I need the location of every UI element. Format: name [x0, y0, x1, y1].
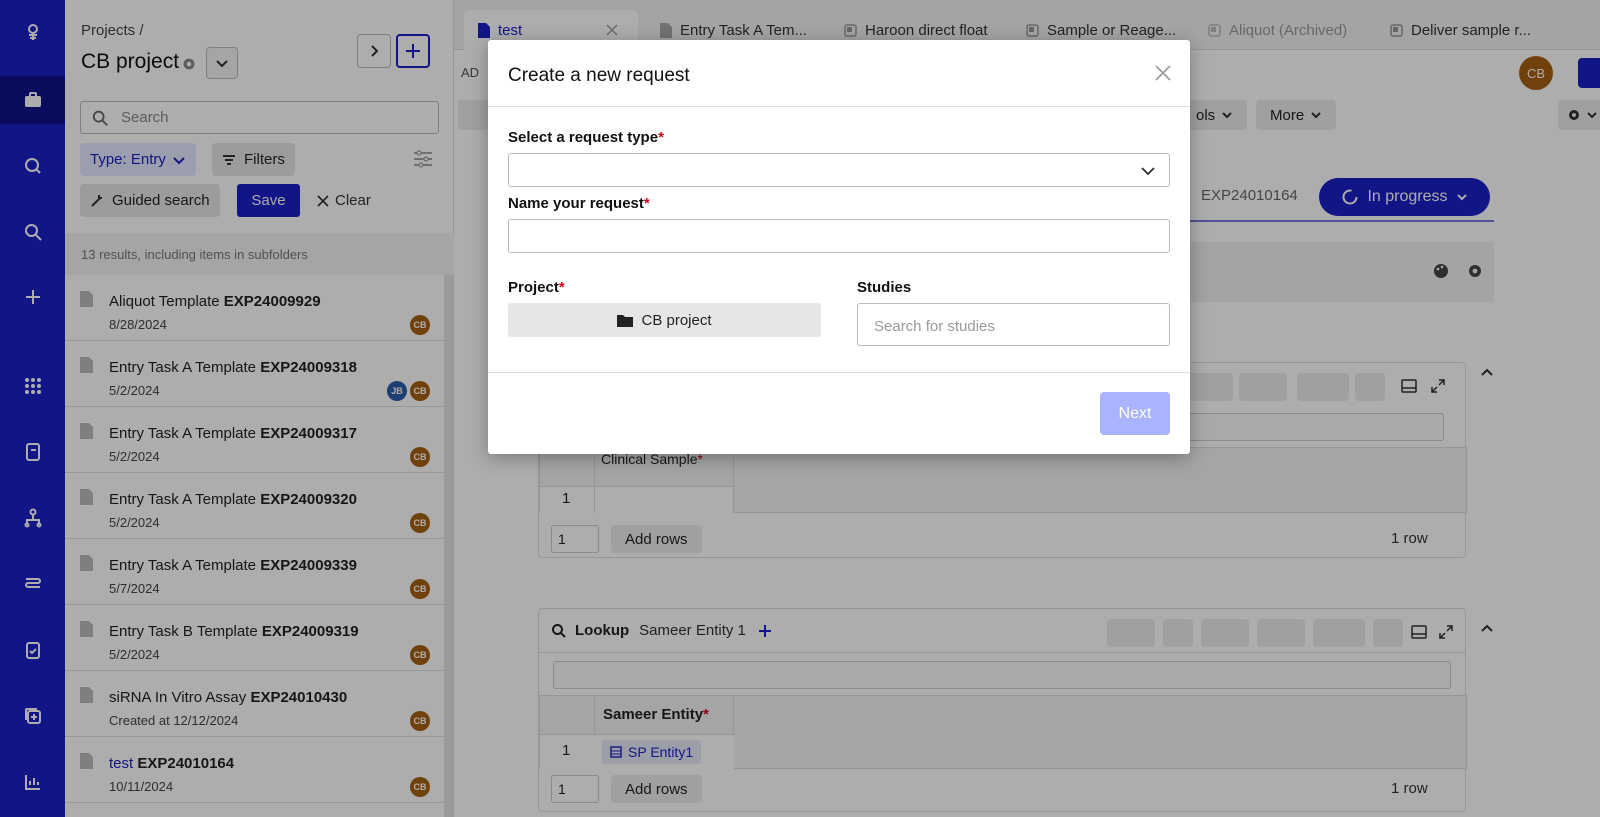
required-mark: * [658, 129, 664, 146]
divider [488, 106, 1190, 107]
request-name-input[interactable] [508, 219, 1170, 253]
request-type-label-text: Select a request type [508, 129, 659, 146]
project-value: CB project [641, 311, 712, 329]
required-mark: * [643, 195, 650, 212]
folder-icon [617, 314, 634, 327]
required-mark: * [558, 279, 565, 296]
studies-search-input[interactable]: Search for studies [857, 303, 1170, 346]
name-label: Name your request* [508, 195, 650, 212]
request-type-label: Select a request type* [508, 129, 664, 146]
create-request-dialog: Create a new request Select a request ty… [488, 40, 1190, 454]
dialog-title: Create a new request [508, 65, 690, 86]
project-label: Project* [508, 279, 565, 296]
request-type-select[interactable] [508, 153, 1170, 187]
app-root: Projects / CB project Search Type: Entry… [0, 0, 1600, 817]
next-button[interactable]: Next [1100, 392, 1170, 435]
divider [488, 372, 1190, 373]
studies-label: Studies [857, 279, 912, 296]
name-label-text: Name your request [508, 195, 644, 212]
chevron-down-icon [1141, 167, 1155, 176]
project-label-text: Project [508, 279, 559, 296]
project-selector[interactable]: CB project [508, 303, 821, 337]
close-icon[interactable] [1152, 62, 1174, 84]
